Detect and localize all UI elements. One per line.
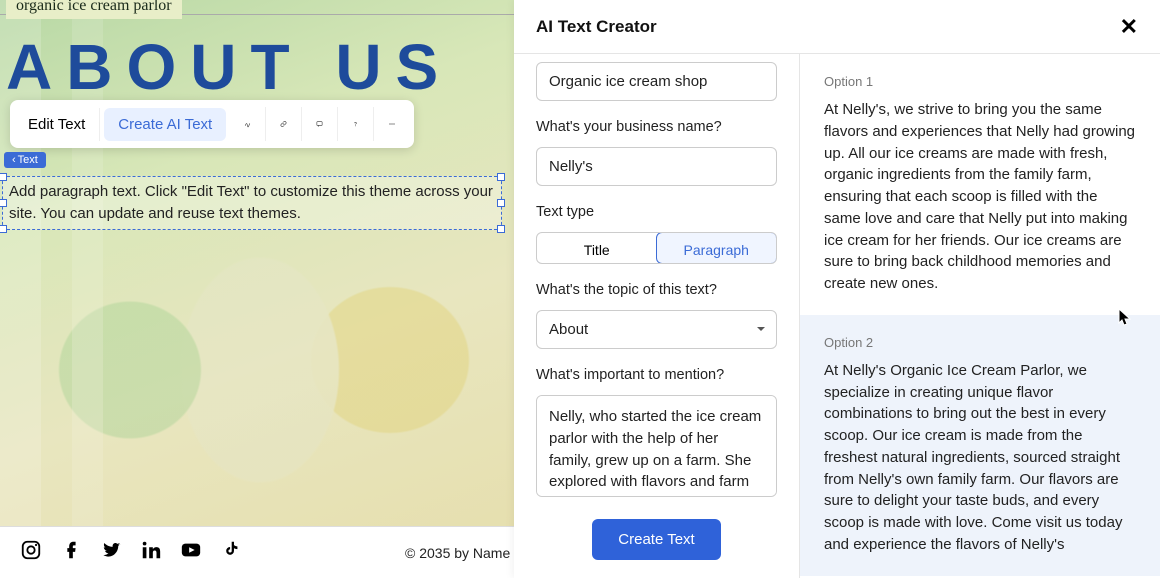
text-type-paragraph[interactable]: Paragraph bbox=[656, 232, 778, 264]
more-icon[interactable] bbox=[374, 107, 410, 141]
business-name-label: What's your business name? bbox=[536, 119, 777, 135]
business-type-input[interactable] bbox=[536, 62, 777, 101]
results-column[interactable]: Option 1 At Nelly's, we strive to bring … bbox=[800, 54, 1160, 578]
close-icon[interactable]: ✕ bbox=[1120, 14, 1138, 40]
topic-label: What's the topic of this text? bbox=[536, 282, 777, 298]
animation-icon[interactable] bbox=[230, 107, 266, 141]
chevron-left-icon: ‹ bbox=[12, 154, 16, 166]
business-name-input[interactable] bbox=[536, 147, 777, 186]
tiktok-icon[interactable] bbox=[220, 539, 242, 566]
resize-handle[interactable] bbox=[0, 225, 7, 233]
help-icon[interactable] bbox=[338, 107, 374, 141]
resize-handle[interactable] bbox=[497, 225, 505, 233]
edit-text-button[interactable]: Edit Text bbox=[14, 108, 100, 141]
site-tagline: organic ice cream parlor bbox=[6, 0, 182, 19]
option-label: Option 2 bbox=[824, 335, 1136, 350]
editor-canvas[interactable]: organic ice cream parlor ABOUT US Edit T… bbox=[0, 0, 514, 578]
resize-handle[interactable] bbox=[0, 173, 7, 181]
youtube-icon[interactable] bbox=[180, 539, 202, 566]
chip-label: Text bbox=[18, 154, 38, 166]
linkedin-icon[interactable] bbox=[140, 539, 162, 566]
text-type-label: Text type bbox=[536, 204, 777, 220]
resize-handle[interactable] bbox=[497, 173, 505, 181]
site-footer: © 2035 by Name o bbox=[0, 526, 514, 578]
resize-handle[interactable] bbox=[497, 199, 505, 207]
resize-handle[interactable] bbox=[0, 199, 7, 207]
create-text-button[interactable]: Create Text bbox=[592, 519, 720, 560]
option-text: At Nelly's, we strive to bring you the s… bbox=[824, 99, 1136, 295]
facebook-icon[interactable] bbox=[60, 539, 82, 566]
text-toolbar: Edit Text Create AI Text bbox=[10, 100, 414, 148]
twitter-icon[interactable] bbox=[100, 539, 122, 566]
topic-select[interactable] bbox=[536, 310, 777, 349]
comment-icon[interactable] bbox=[302, 107, 338, 141]
option-label: Option 1 bbox=[824, 74, 1136, 89]
option-text: At Nelly's Organic Ice Cream Parlor, we … bbox=[824, 360, 1136, 556]
ai-text-creator-panel: AI Text Creator ✕ What's your business n… bbox=[514, 0, 1160, 578]
link-icon[interactable] bbox=[266, 107, 302, 141]
panel-title: AI Text Creator bbox=[536, 17, 657, 37]
element-type-chip[interactable]: ‹ Text bbox=[4, 152, 46, 168]
text-type-title[interactable]: Title bbox=[537, 233, 657, 263]
mention-textarea[interactable] bbox=[536, 395, 777, 497]
page-title[interactable]: ABOUT US bbox=[6, 30, 452, 104]
text-type-segmented: Title Paragraph bbox=[536, 232, 777, 264]
paragraph-placeholder: Add paragraph text. Click "Edit Text" to… bbox=[9, 183, 493, 222]
panel-header: AI Text Creator ✕ bbox=[514, 0, 1160, 54]
selected-text-element[interactable]: Add paragraph text. Click "Edit Text" to… bbox=[2, 176, 502, 230]
mention-label: What's important to mention? bbox=[536, 367, 777, 383]
result-option-2[interactable]: Option 2 At Nelly's Organic Ice Cream Pa… bbox=[800, 315, 1160, 576]
form-column: What's your business name? Text type Tit… bbox=[514, 54, 800, 578]
result-option-1[interactable]: Option 1 At Nelly's, we strive to bring … bbox=[800, 54, 1160, 315]
create-ai-text-button[interactable]: Create AI Text bbox=[104, 108, 226, 141]
footer-copyright: © 2035 by Name o bbox=[405, 545, 514, 561]
instagram-icon[interactable] bbox=[20, 539, 42, 566]
